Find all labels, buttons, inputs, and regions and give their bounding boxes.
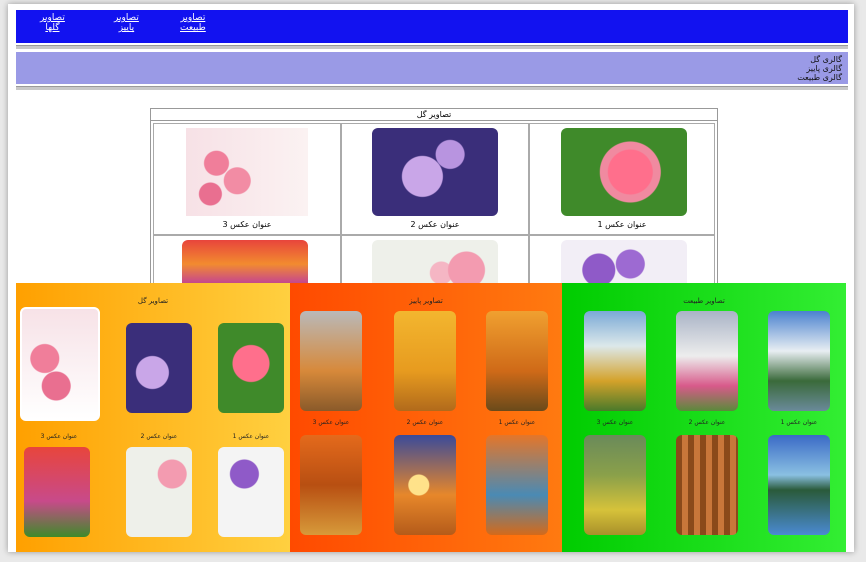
nav-link-autumn-line2: پاییز [118,23,135,33]
image-thumbnail[interactable] [218,447,284,537]
image-caption: عنوان عکس 2 [410,220,460,229]
image-caption: عنوان عکس 3 [596,419,634,426]
image-caption: عنوان عکس 3 [312,419,350,426]
gallery-link-nature[interactable]: گالری طبیعت [797,73,842,82]
gallery-link-autumn[interactable]: گالری پاییز [806,64,842,73]
image-caption: عنوان عکس 3 [222,220,272,229]
image-thumbnail[interactable] [486,311,548,411]
image-thumbnail[interactable] [300,311,362,411]
image-caption: عنوان عکس 2 [140,433,178,440]
image-caption: عنوان عکس 2 [406,419,444,426]
image-caption: عنوان عکس 1 [780,419,818,426]
image-thumbnail[interactable] [218,323,284,413]
image-thumbnail[interactable] [186,128,308,216]
table-cell-3: عنوان عکس 3 [153,123,341,235]
image-thumbnail[interactable] [676,435,738,535]
divider-bottom [16,86,848,90]
nav-link-autumn[interactable]: تصاویر پاییز [114,13,139,33]
nav-link-flowers-line2: گلها [45,23,60,33]
panel-nature: تصاویر طبیعت عنوان عکس 3 عنوان عکس 2 عنو… [562,283,846,552]
image-thumbnail[interactable] [486,435,548,535]
image-thumbnail[interactable] [126,447,192,537]
image-thumbnail[interactable] [372,128,498,216]
table-title: تصاویر گل [151,109,717,121]
nav-link-flowers[interactable]: تصاویر گلها [40,13,65,33]
image-thumbnail[interactable] [584,435,646,535]
image-caption: عنوان عکس 3 [40,433,78,440]
image-thumbnail[interactable] [676,311,738,411]
image-caption: عنوان عکس 1 [232,433,270,440]
top-nav-bar: تصاویر گلها تصاویر پاییز تصاویر طبیعت [16,10,848,43]
gallery-links-bar: گالری گل گالری پاییز گالری طبیعت [16,52,848,84]
image-thumbnail[interactable] [394,435,456,535]
flower-gallery-table: تصاویر گل عنوان عکس 1 عنوان عکس 2 عنوان … [150,108,718,301]
divider-top [16,45,848,49]
panel-autumn: تصاویر پاییز عنوان عکس 3 عنوان عکس 2 عنو… [290,283,562,552]
image-thumbnail[interactable] [584,311,646,411]
page-frame: تصاویر گلها تصاویر پاییز تصاویر طبیعت گا… [8,4,854,552]
table-cell-2: عنوان عکس 2 [341,123,529,235]
image-thumbnail[interactable] [768,311,830,411]
image-caption: عنوان عکس 1 [597,220,647,229]
nav-link-nature-line2: طبیعت [180,23,206,33]
panel-title: تصاویر طبیعت [683,297,725,305]
image-thumbnail[interactable] [394,311,456,411]
gallery-link-flowers[interactable]: گالری گل [810,55,842,64]
image-thumbnail[interactable] [126,323,192,413]
nav-link-autumn-line1: تصاویر [114,13,139,23]
image-thumbnail[interactable] [561,128,687,216]
image-caption: عنوان عکس 2 [688,419,726,426]
panel-title: تصاویر گل [137,297,169,305]
nav-link-nature-line1: تصاویر [180,13,206,23]
table-cell-1: عنوان عکس 1 [529,123,715,235]
nav-link-nature[interactable]: تصاویر طبیعت [180,13,206,33]
image-thumbnail[interactable] [300,435,362,535]
panel-title: تصاویر پاییز [409,297,443,305]
nav-link-flowers-line1: تصاویر [40,13,65,23]
image-caption: عنوان عکس 1 [498,419,536,426]
image-thumbnail[interactable] [20,307,100,421]
image-thumbnail[interactable] [768,435,830,535]
panel-flowers: تصاویر گل عنوان عکس 3 عنوان عکس 2 عنوان … [16,283,290,552]
image-thumbnail[interactable] [24,447,90,537]
